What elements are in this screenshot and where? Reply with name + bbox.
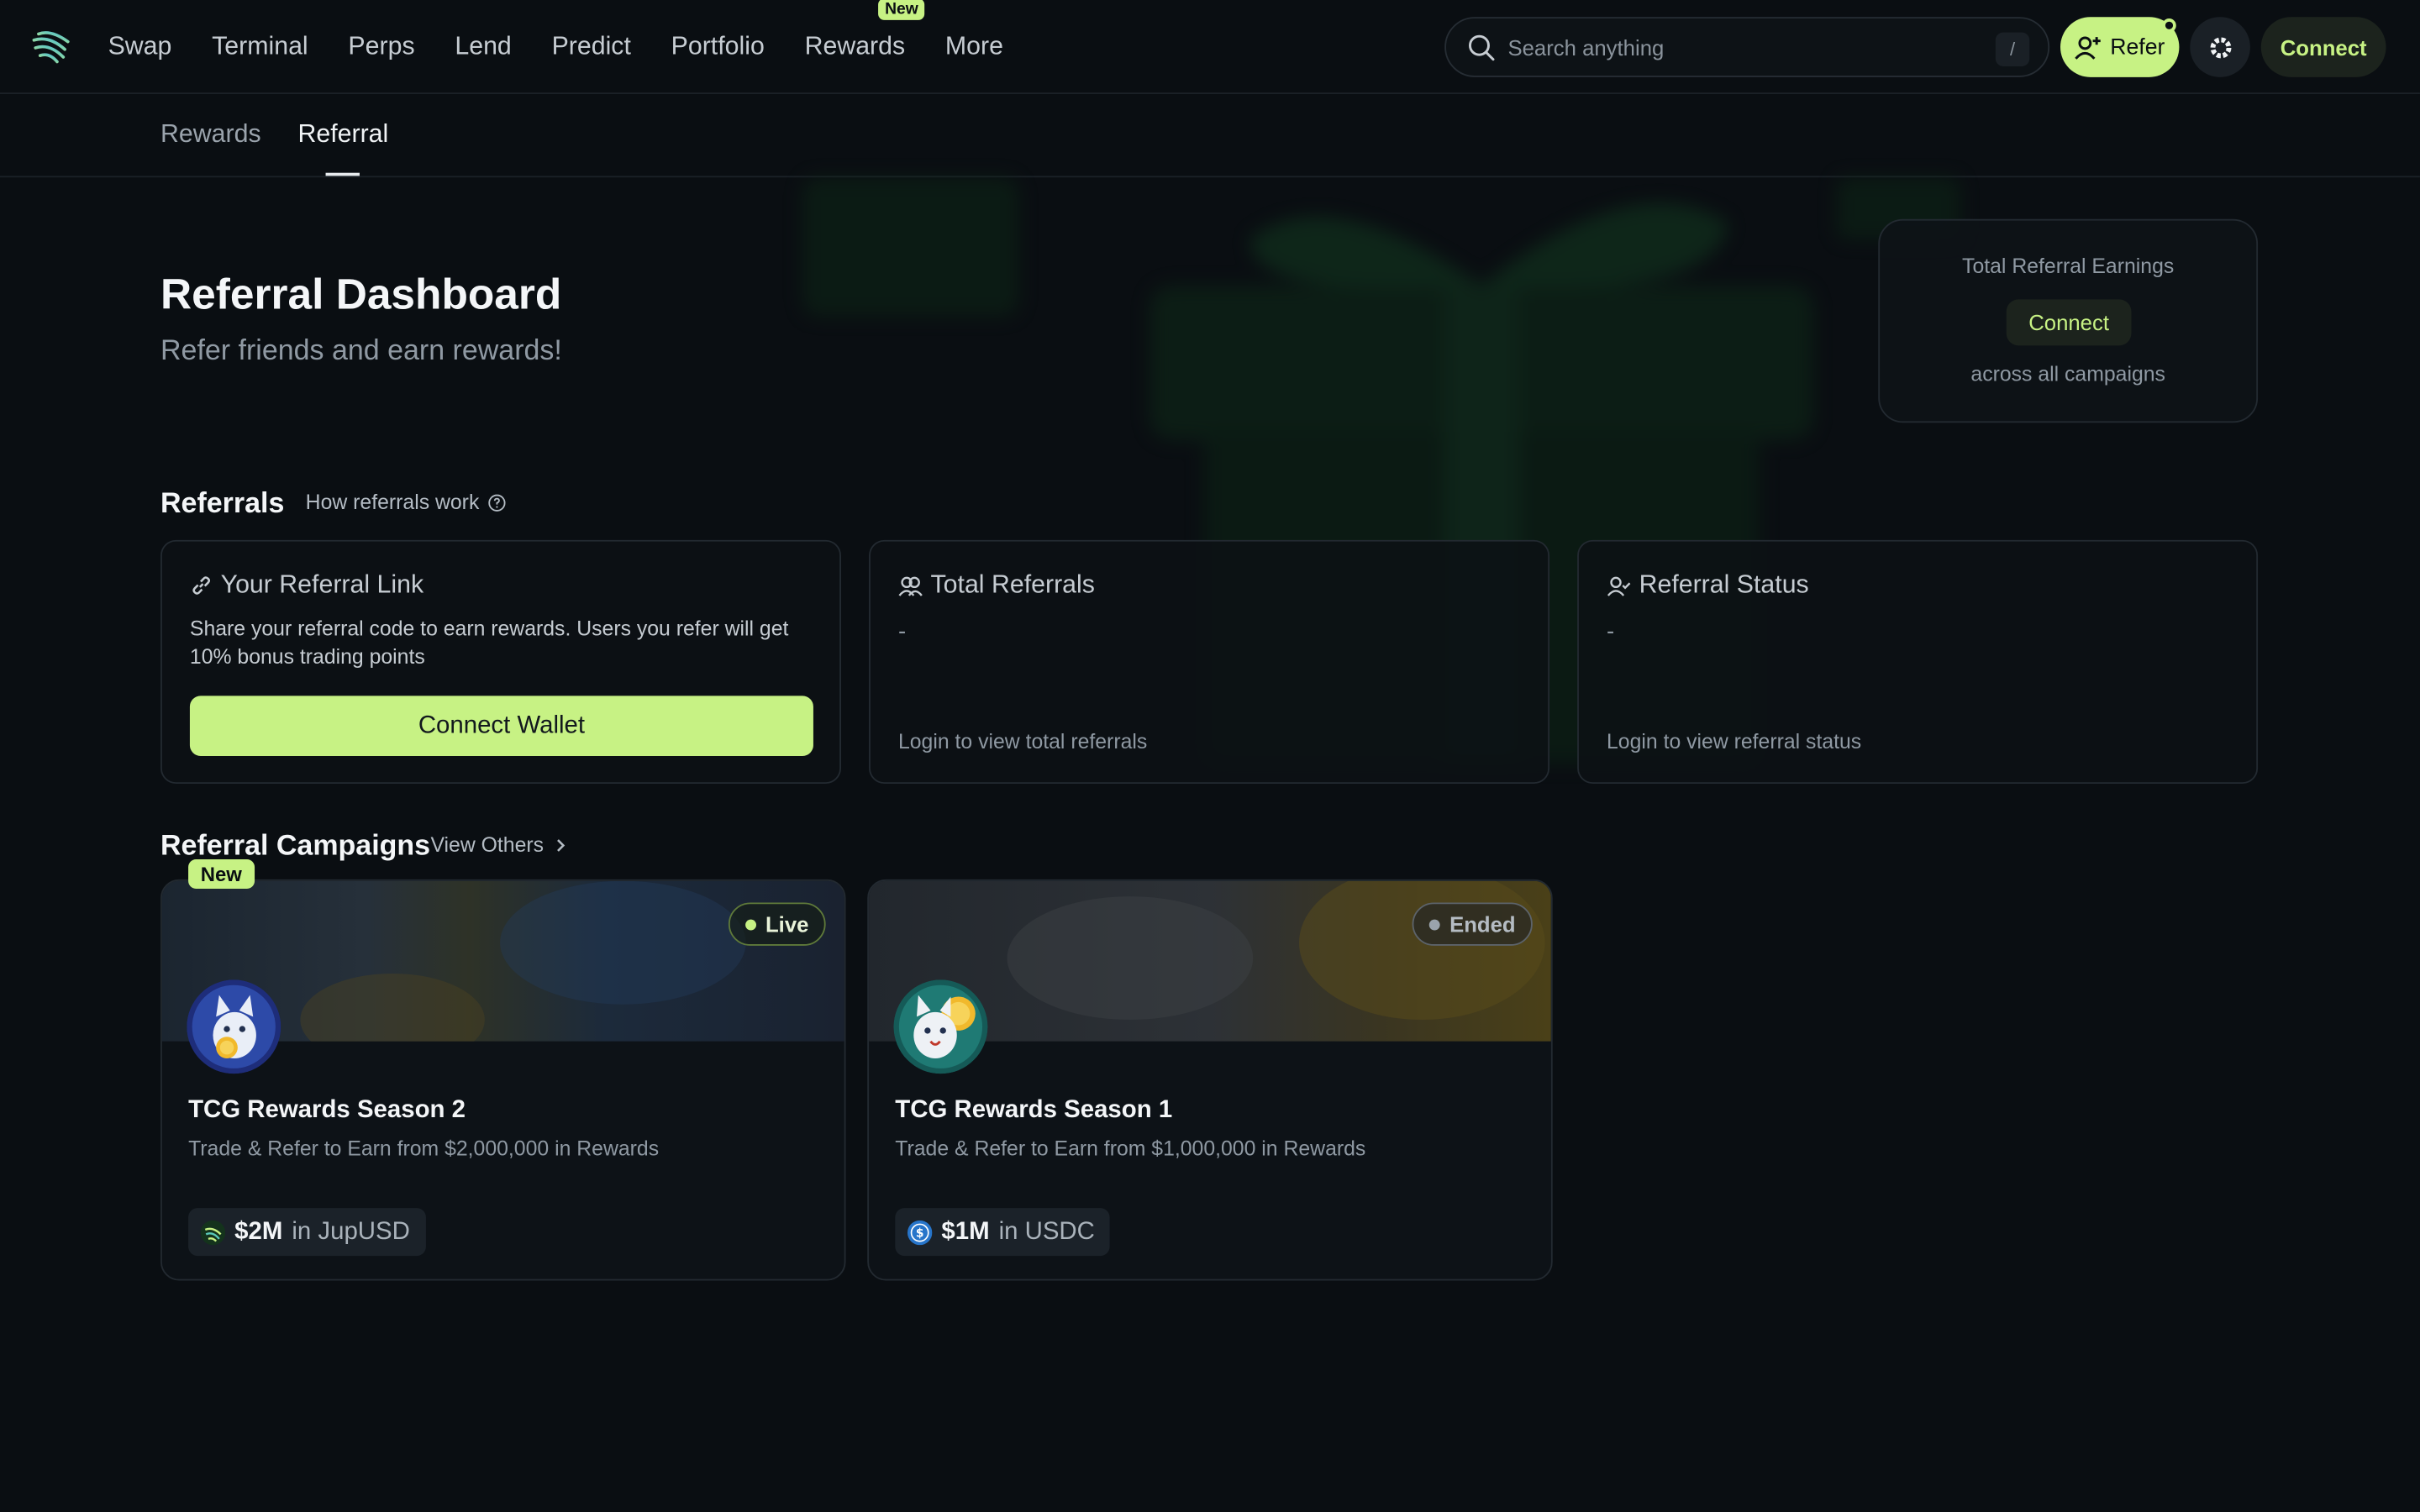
cat-mascot-icon — [893, 979, 988, 1074]
how-referrals-work-link[interactable]: How referrals work — [306, 491, 506, 514]
prize-unit: in JupUSD — [292, 1218, 410, 1245]
status-label: Live — [765, 911, 809, 937]
referrals-section-title: Referrals — [160, 486, 285, 519]
earnings-connect-button[interactable]: Connect — [2006, 299, 2132, 346]
search-shortcut-key: / — [1995, 32, 2030, 66]
nav-swap[interactable]: Swap — [108, 33, 172, 62]
earnings-label: Total Referral Earnings — [1962, 255, 2175, 278]
page-subtitle: Refer friends and earn rewards! — [160, 333, 562, 366]
search-icon — [1468, 34, 1495, 61]
campaign-card[interactable]: Ended TCG Rewards Season 1 Trade & Refer… — [867, 879, 1553, 1281]
search-input[interactable] — [1507, 30, 1971, 66]
user-check-icon — [1607, 575, 1631, 596]
help-icon — [487, 493, 505, 511]
page-title: Referral Dashboard — [160, 270, 562, 318]
new-badge: New — [878, 0, 925, 20]
referral-link-card: Your Referral Link Share your referral c… — [160, 539, 842, 785]
view-others-label: View Others — [430, 832, 544, 857]
campaign-name: TCG Rewards Season 1 — [895, 1096, 1173, 1124]
campaign-avatar — [187, 979, 281, 1074]
nav-more[interactable]: More — [945, 33, 1003, 62]
total-referrals-value: - — [897, 618, 907, 645]
nav-lend[interactable]: Lend — [455, 33, 511, 62]
nav-perps[interactable]: Perps — [348, 33, 414, 62]
svg-text:$: $ — [916, 1226, 924, 1240]
connect-button[interactable]: Connect — [2260, 17, 2386, 77]
campaign-description: Trade & Refer to Earn from $2,000,000 in… — [188, 1137, 660, 1161]
main-nav: Swap Terminal Perps Lend Predict Portfol… — [108, 0, 1044, 94]
jupiter-logo-icon[interactable] — [31, 26, 71, 66]
referral-status-value: - — [1607, 618, 1615, 645]
campaign-prize: $2M in JupUSD — [188, 1208, 426, 1257]
view-others-link[interactable]: View Others — [430, 832, 570, 857]
nav-rewards-label: Rewards — [804, 32, 906, 60]
nav-portfolio[interactable]: Portfolio — [671, 33, 765, 62]
live-dot-icon — [745, 918, 756, 930]
status-badge-ended: Ended — [1412, 902, 1533, 946]
campaign-card[interactable]: Live TCG Rewards Season 2 Trade & Refer … — [160, 879, 846, 1281]
chevron-right-icon — [557, 838, 566, 851]
total-earnings-card: Total Referral Earnings Connect across a… — [1878, 218, 2259, 423]
referral-status-title-text: Referral Status — [1639, 570, 1809, 599]
campaign-description: Trade & Refer to Earn from $1,000,000 in… — [895, 1137, 1366, 1161]
nav-predict[interactable]: Predict — [552, 33, 631, 62]
referral-status-hint: Login to view referral status — [1607, 729, 1862, 753]
active-tab-indicator — [325, 172, 360, 176]
notification-dot — [2162, 18, 2176, 33]
link-icon — [192, 576, 211, 595]
ended-dot-icon — [1429, 918, 1441, 930]
campaign-name: TCG Rewards Season 2 — [188, 1096, 466, 1124]
nav-terminal[interactable]: Terminal — [212, 33, 308, 62]
subtabs: Rewards Referral — [0, 94, 2420, 178]
campaign-avatar — [893, 979, 988, 1074]
prize-unit: in USDC — [998, 1218, 1095, 1245]
total-referrals-title: Total Referrals — [898, 571, 1095, 601]
referral-status-title: Referral Status — [1607, 571, 1809, 601]
total-referrals-title-text: Total Referrals — [930, 570, 1095, 599]
tab-rewards[interactable]: Rewards — [160, 120, 261, 150]
search-bar[interactable]: / — [1444, 17, 2050, 77]
add-user-icon — [2075, 35, 2102, 59]
total-referrals-card: Total Referrals - Login to view total re… — [869, 539, 1550, 785]
settings-button[interactable] — [2190, 17, 2250, 77]
usdc-icon: $ — [907, 1219, 933, 1245]
gear-icon — [2209, 36, 2231, 58]
refer-button-label: Refer — [2110, 34, 2165, 60]
campaigns-section-title: Referral Campaigns — [160, 828, 431, 861]
referral-status-card: Referral Status - Login to view referral… — [1577, 539, 2259, 785]
prize-amount: $2M — [234, 1218, 283, 1245]
nav-rewards[interactable]: Rewards New — [804, 0, 925, 62]
total-referrals-hint: Login to view total referrals — [897, 729, 1148, 753]
prize-amount: $1M — [941, 1218, 990, 1245]
connect-wallet-button[interactable]: Connect Wallet — [189, 696, 813, 756]
status-badge-live: Live — [728, 902, 826, 946]
refer-button[interactable]: Refer — [2060, 17, 2180, 77]
earnings-sublabel: across all campaigns — [1970, 362, 2165, 386]
cat-mascot-icon — [187, 979, 281, 1074]
referral-link-description: Share your referral code to earn rewards… — [189, 617, 789, 668]
tab-referral[interactable]: Referral — [297, 120, 388, 150]
campaign-new-tag: New — [188, 859, 255, 889]
referral-link-title-text: Your Referral Link — [220, 570, 424, 599]
jupusd-icon — [200, 1219, 226, 1245]
top-navigation-bar: Swap Terminal Perps Lend Predict Portfol… — [0, 0, 2420, 95]
how-referrals-work-label: How referrals work — [305, 491, 480, 514]
campaign-prize: $ $1M in USDC — [895, 1208, 1111, 1257]
referral-link-title: Your Referral Link — [190, 571, 424, 601]
users-icon — [898, 575, 923, 596]
status-label: Ended — [1449, 911, 1516, 937]
